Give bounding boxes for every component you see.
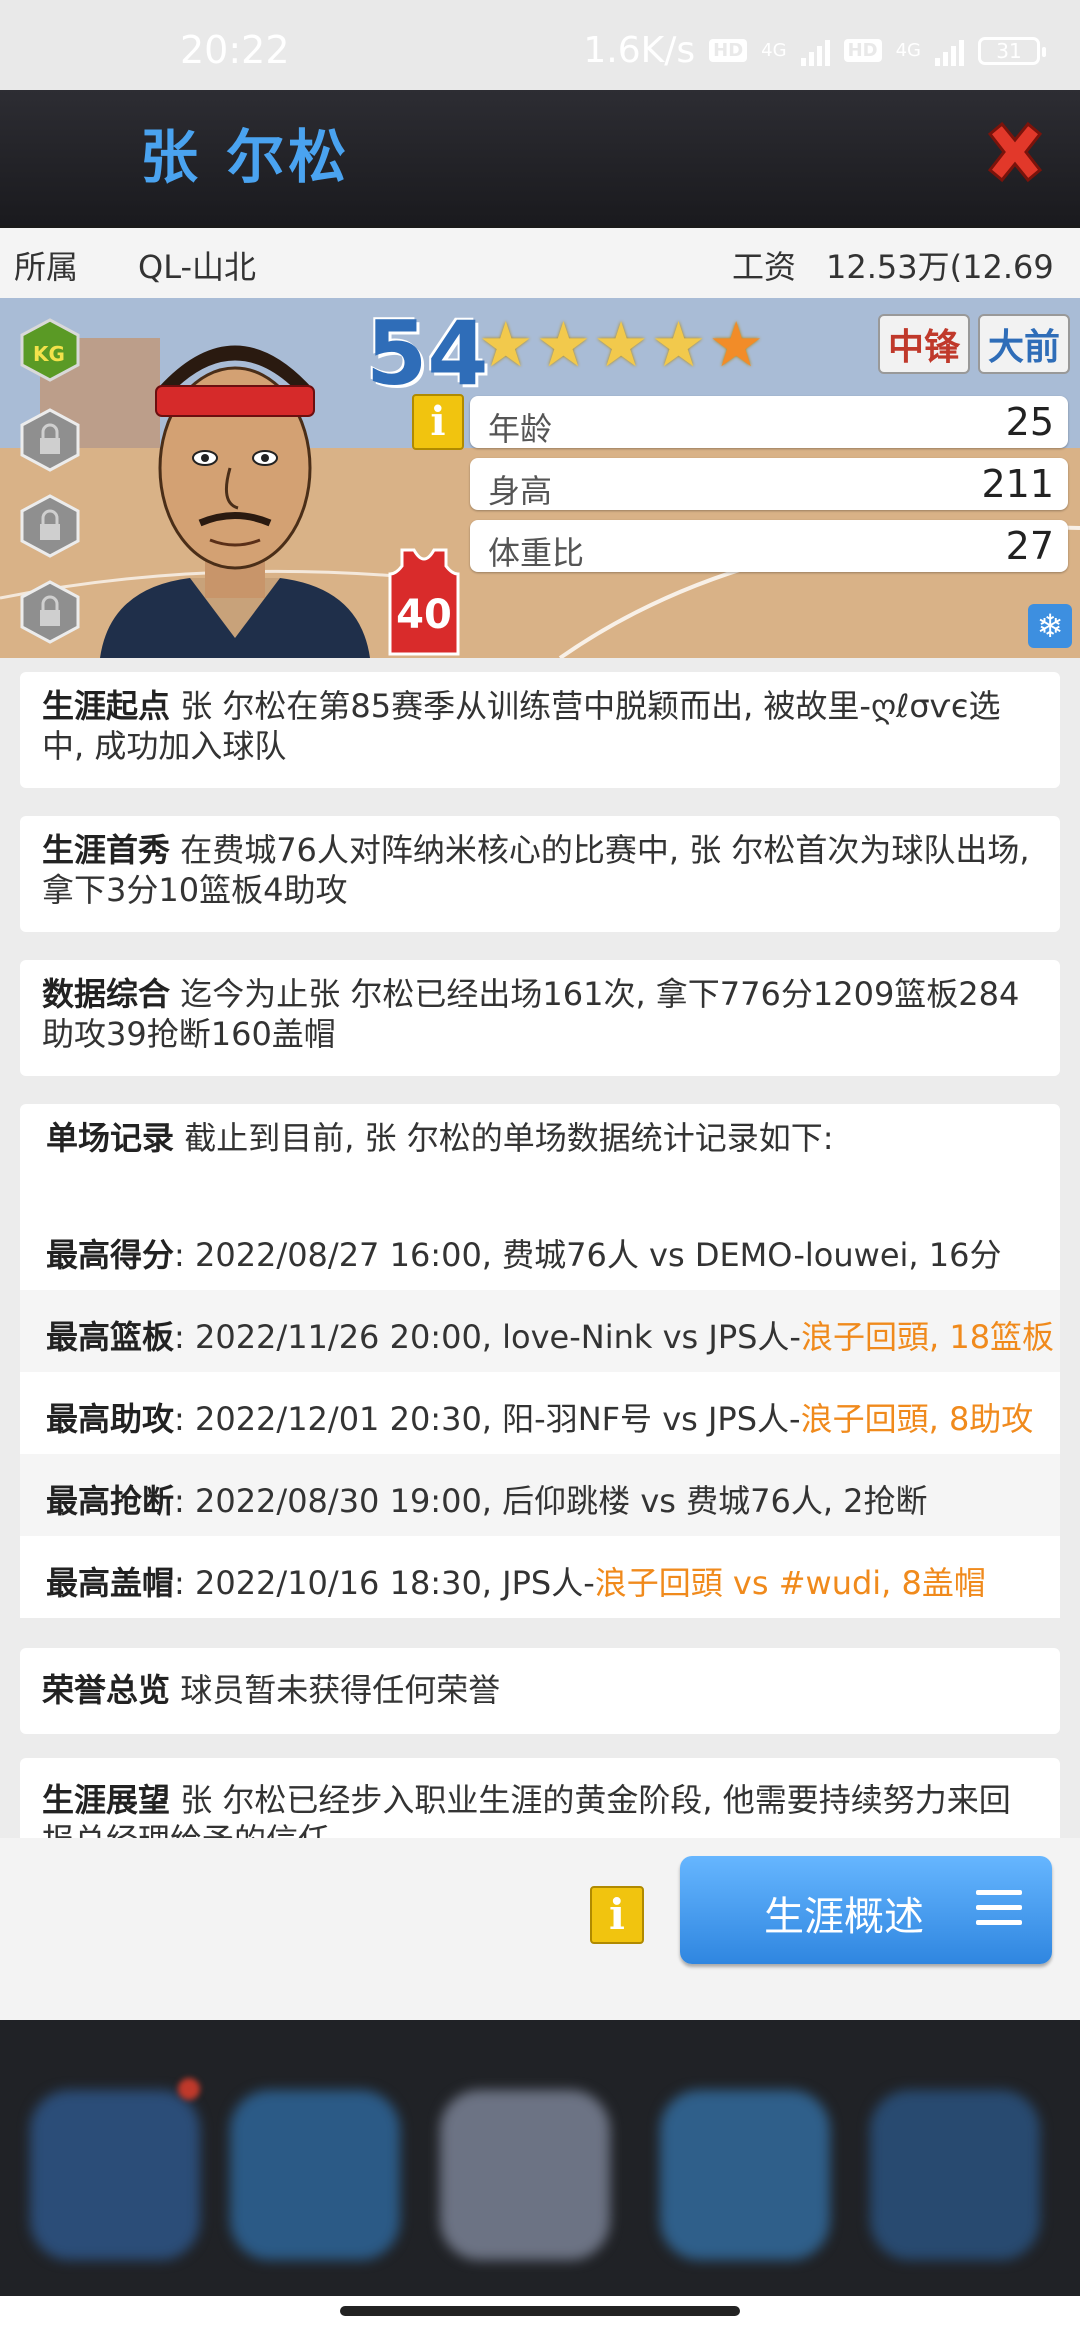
nav-item-home[interactable] (440, 2090, 610, 2260)
star-icon: ★ (535, 308, 592, 381)
stat-value: 211 (981, 462, 1054, 506)
network-type-2: 4G (895, 40, 921, 61)
record-label: 最高篮板 (46, 1318, 175, 1356)
signal-icon-2 (935, 36, 964, 66)
battery-icon: 31 (978, 36, 1046, 65)
nav-item-finance[interactable] (230, 2090, 400, 2260)
card-text: 在费城76人对阵纳米核心的比赛中, 张 尔松首次为球队出场, 拿下3分10篮板4… (42, 831, 1030, 909)
network-type-1: 4G (761, 40, 787, 61)
star-icon: ★ (708, 308, 764, 381)
status-bar: 20:22 1.6K/s HD 4G HD 4G 31 (0, 0, 1080, 90)
record-label: 最高盖帽 (46, 1564, 175, 1602)
card-text: 张 尔松已经步入职业生涯的黄金阶段, 他需要持续努力来回报总经理给予的信任 (42, 1781, 1011, 1838)
card-text: 张 尔松在第85赛季从训练营中脱颖而出, 被故里-ღℓσѵє选中, 成功加入球队 (42, 687, 1001, 765)
career-button-label: 生涯概述 (764, 1894, 924, 1940)
info-icon[interactable]: i (412, 394, 464, 450)
record-row: 最高盖帽: 2022/10/16 18:30, JPS人-浪子回頭 vs #wu… (20, 1536, 1060, 1618)
position-tag-forward: 大前 (977, 314, 1070, 374)
record-text: : 2022/11/26 20:00, love-Nink vs JPS人- (174, 1318, 801, 1356)
nav-item-star[interactable] (30, 2090, 200, 2260)
home-indicator[interactable] (340, 2306, 740, 2316)
overall-rating: 54 (366, 302, 489, 405)
card-summary: 数据综合 迄今为止张 尔松已经出场161次, 拿下776分1209篮板284助攻… (20, 960, 1060, 1076)
card-title: 荣誉总览 (42, 1671, 171, 1709)
team-value: QL-山北 (138, 248, 257, 286)
star-icon: ★ (593, 308, 649, 381)
card-outlook: 生涯展望 张 尔松已经步入职业生涯的黄金阶段, 他需要持续努力来回报总经理给予的… (20, 1758, 1060, 1838)
stat-row-height: 身高 211 (470, 458, 1068, 510)
position-tag-center: 中锋 (877, 314, 970, 374)
stat-value: 25 (1005, 400, 1054, 444)
snowflake-icon[interactable]: ❄ (1028, 604, 1072, 648)
record-highlight: 浪子回頭 vs #wudi, 8盖帽 (594, 1564, 986, 1602)
career-overview-button[interactable]: 生涯概述 (680, 1856, 1052, 1964)
record-text: : 2022/10/16 18:30, JPS人- (174, 1564, 595, 1602)
record-text: : 2022/08/30 19:00, 后仰跳楼 vs 费城76人, 2抢断 (174, 1482, 928, 1520)
hd-badge-2: HD (843, 39, 882, 62)
card-title: 生涯首秀 (42, 831, 171, 869)
card-text: 截止到目前, 张 尔松的单场数据统计记录如下: (184, 1119, 834, 1157)
stat-row-weight-ratio: 体重比 27 (470, 520, 1068, 572)
bottom-navigation (0, 2020, 1080, 2300)
card-title: 数据综合 (42, 975, 171, 1013)
menu-icon (976, 1890, 1022, 1935)
card-title: 生涯起点 (42, 687, 171, 725)
card-text: 迄今为止张 尔松已经出场161次, 拿下776分1209篮板284助攻39抢断1… (42, 975, 1020, 1053)
record-highlight: 浪子回頭, 18篮板 (800, 1318, 1055, 1356)
player-hero-card: KG 54 ★ ★ ★ ★ ★ 中锋 大前 i 年龄 25 身高 211 体重比 27 (0, 298, 1080, 658)
card-title: 单场记录 (46, 1119, 175, 1157)
card-honors: 荣誉总览 球员暂未获得任何荣誉 (20, 1648, 1060, 1734)
nav-item-globe[interactable] (660, 2090, 830, 2260)
player-avatar (100, 345, 370, 658)
stat-label: 体重比 (488, 534, 585, 572)
card-debut: 生涯首秀 在费城76人对阵纳米核心的比赛中, 张 尔松首次为球队出场, 拿下3分… (20, 816, 1060, 932)
stat-row-age: 年龄 25 (470, 396, 1068, 448)
star-icon: ★ (650, 308, 707, 381)
card-career-start: 生涯起点 张 尔松在第85赛季从训练营中脱颖而出, 被故里-ღℓσѵє选中, 成… (20, 672, 1060, 788)
status-time: 20:22 (180, 28, 290, 72)
stat-label: 身高 (488, 472, 553, 510)
position-tags: 中锋 大前 (877, 314, 1070, 374)
stat-value: 27 (1005, 524, 1054, 568)
notification-dot (178, 2078, 200, 2100)
record-label: 最高得分 (46, 1236, 175, 1274)
record-highlight: 浪子回頭, 8助攻 (800, 1400, 1034, 1438)
system-nav-area (0, 2296, 1080, 2340)
team-label: 所属 (14, 248, 79, 286)
stat-label: 年龄 (488, 410, 553, 448)
record-label: 最高助攻 (46, 1400, 175, 1438)
close-icon[interactable] (980, 118, 1050, 188)
star-rating: ★ ★ ★ ★ ★ (478, 314, 764, 376)
jersey-number: 40 (396, 592, 452, 638)
nav-item-upgrade[interactable] (870, 2090, 1040, 2260)
record-label: 最高抢断 (46, 1482, 175, 1520)
info-icon[interactable]: i (590, 1886, 644, 1944)
star-icon: ★ (478, 308, 534, 381)
player-header: 张 尔松 (0, 90, 1080, 225)
record-text: : 2022/08/27 16:00, 费城76人 vs DEMO-louwei… (174, 1236, 1002, 1274)
career-content[interactable]: 生涯起点 张 尔松在第85赛季从训练营中脱颖而出, 被故里-ღℓσѵє选中, 成… (0, 658, 1080, 1838)
kg-badge-label: KG (33, 342, 65, 366)
player-name: 张 尔松 (140, 123, 351, 191)
net-speed: 1.6K/s (583, 30, 696, 71)
card-title: 生涯展望 (42, 1781, 171, 1819)
signal-icon-1 (800, 36, 830, 66)
footer-bar: i 生涯概述 (0, 1838, 1080, 2020)
team-salary-row: 所属 QL-山北 工资 12.53万(12.69万) (0, 228, 1080, 332)
record-row: 最高篮板: 2022/11/26 20:00, love-Nink vs JPS… (20, 1290, 1060, 1372)
card-text: 球员暂未获得任何荣誉 (180, 1671, 501, 1709)
record-row: 最高得分: 2022/08/27 16:00, 费城76人 vs DEMO-lo… (20, 1208, 1060, 1290)
salary-label: 工资 (732, 248, 797, 286)
record-text: : 2022/12/01 20:30, 阳-羽NF号 vs JPS人- (174, 1400, 801, 1438)
hd-badge-1: HD (709, 39, 748, 62)
record-row: 最高抢断: 2022/08/30 19:00, 后仰跳楼 vs 费城76人, 2… (20, 1454, 1060, 1536)
record-row: 最高助攻: 2022/12/01 20:30, 阳-羽NF号 vs JPS人-浪… (20, 1372, 1060, 1454)
jersey-icon: 40 (386, 548, 462, 656)
